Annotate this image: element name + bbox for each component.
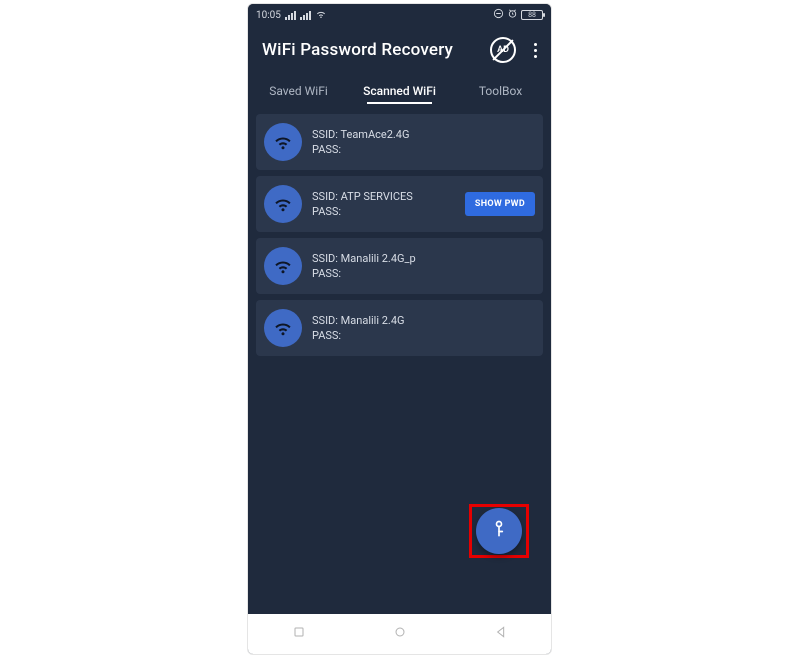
status-right: 88	[493, 8, 543, 22]
pass-line: PASS:	[312, 329, 535, 342]
status-left: 10:05	[256, 8, 327, 23]
signal-bars-icon	[285, 11, 296, 20]
key-icon	[489, 519, 509, 543]
tab-toolbox[interactable]: ToolBox	[450, 74, 551, 110]
tab-saved-wifi[interactable]: Saved WiFi	[248, 74, 349, 110]
wifi-status-icon	[315, 8, 327, 23]
nav-recent-button[interactable]	[291, 624, 307, 644]
more-menu-button[interactable]	[526, 39, 545, 62]
tab-label: Saved WiFi	[269, 84, 328, 98]
alarm-icon	[507, 8, 518, 22]
wifi-icon	[264, 247, 302, 285]
ad-label: AD	[497, 45, 509, 55]
app-bar: WiFi Password Recovery AD	[248, 26, 551, 74]
pass-line: PASS:	[312, 143, 535, 156]
fab-highlight-box	[469, 504, 529, 558]
wifi-item-text: SSID: TeamAce2.4G PASS:	[312, 128, 535, 156]
dnd-icon	[493, 8, 504, 22]
tab-bar: Saved WiFi Scanned WiFi ToolBox	[248, 74, 551, 110]
wifi-icon	[264, 309, 302, 347]
show-pwd-label: SHOW PWD	[475, 199, 525, 209]
wifi-icon	[264, 123, 302, 161]
wifi-list-item[interactable]: SSID: TeamAce2.4G PASS:	[256, 114, 543, 170]
ssid-line: SSID: Manalili 2.4G_p	[312, 252, 535, 265]
key-fab-button[interactable]	[476, 508, 522, 554]
wifi-list-item[interactable]: SSID: Manalili 2.4G PASS:	[256, 300, 543, 356]
tab-label: ToolBox	[479, 84, 522, 98]
status-bar: 10:05 88	[248, 4, 551, 26]
pass-line: PASS:	[312, 205, 455, 218]
wifi-list-item[interactable]: SSID: Manalili 2.4G_p PASS:	[256, 238, 543, 294]
wifi-list: SSID: TeamAce2.4G PASS: SSID: ATP SERVIC…	[248, 110, 551, 614]
wifi-list-item[interactable]: SSID: ATP SERVICES PASS: SHOW PWD	[256, 176, 543, 232]
phone-frame: 10:05 88 WiFi Password Recovery	[247, 3, 552, 655]
signal-bars-icon-2	[300, 11, 311, 20]
wifi-icon	[264, 185, 302, 223]
show-password-button[interactable]: SHOW PWD	[465, 192, 535, 216]
nav-back-button[interactable]	[493, 624, 509, 644]
tab-label: Scanned WiFi	[363, 84, 436, 98]
wifi-item-text: SSID: ATP SERVICES PASS:	[312, 190, 455, 218]
battery-icon: 88	[521, 10, 543, 20]
system-nav-bar	[248, 614, 551, 654]
ssid-line: SSID: ATP SERVICES	[312, 190, 455, 203]
tab-scanned-wifi[interactable]: Scanned WiFi	[349, 74, 450, 110]
wifi-item-text: SSID: Manalili 2.4G_p PASS:	[312, 252, 535, 280]
app-title: WiFi Password Recovery	[262, 40, 453, 60]
ssid-line: SSID: TeamAce2.4G	[312, 128, 535, 141]
no-ads-button[interactable]: AD	[490, 37, 516, 63]
ssid-line: SSID: Manalili 2.4G	[312, 314, 535, 327]
pass-line: PASS:	[312, 267, 535, 280]
status-time: 10:05	[256, 10, 281, 21]
app-bar-actions: AD	[490, 37, 545, 63]
wifi-item-text: SSID: Manalili 2.4G PASS:	[312, 314, 535, 342]
nav-home-button[interactable]	[392, 624, 408, 644]
